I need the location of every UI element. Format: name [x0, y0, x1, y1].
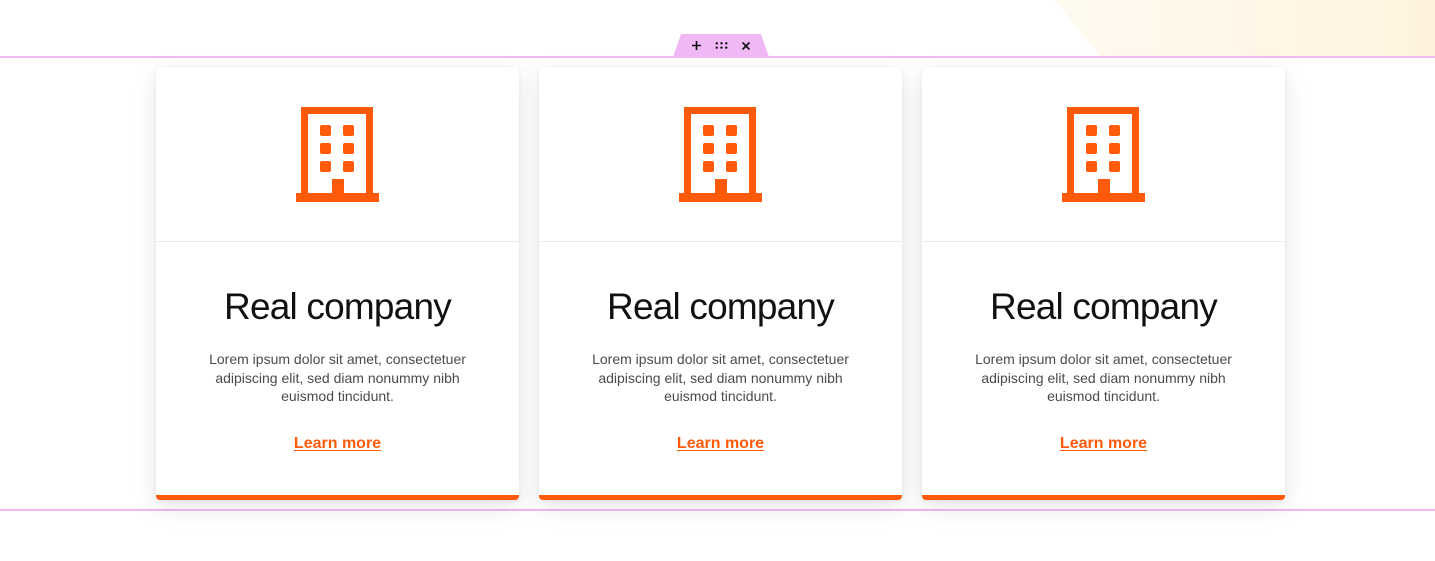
card-title: Real company: [607, 286, 835, 327]
building-icon: [295, 106, 380, 202]
feature-card: Real company Lorem ipsum dolor sit amet,…: [539, 67, 902, 500]
card-icon-area: [922, 67, 1285, 242]
card-icon-area: [156, 67, 519, 242]
plus-icon[interactable]: [690, 39, 703, 52]
learn-more-link[interactable]: Learn more: [677, 435, 764, 453]
section-toolbar: [673, 34, 769, 57]
grip-dots-icon[interactable]: [715, 39, 728, 52]
card-title: Real company: [224, 286, 452, 327]
building-icon: [678, 106, 763, 202]
feature-card: Real company Lorem ipsum dolor sit amet,…: [922, 67, 1285, 500]
feature-card: Real company Lorem ipsum dolor sit amet,…: [156, 67, 519, 500]
card-icon-area: [539, 67, 902, 242]
learn-more-link[interactable]: Learn more: [1060, 435, 1147, 453]
building-icon: [1061, 106, 1146, 202]
section-outline-bottom: [0, 509, 1435, 511]
card-description: Lorem ipsum dolor sit amet, consectetuer…: [592, 351, 849, 404]
card-description: Lorem ipsum dolor sit amet, consectetuer…: [975, 351, 1232, 404]
close-icon[interactable]: [740, 39, 753, 52]
background-gradient: [1055, 0, 1435, 57]
learn-more-link[interactable]: Learn more: [294, 435, 381, 453]
feature-cards: Real company Lorem ipsum dolor sit amet,…: [156, 67, 1285, 500]
card-description: Lorem ipsum dolor sit amet, consectetuer…: [209, 351, 466, 404]
card-title: Real company: [990, 286, 1218, 327]
